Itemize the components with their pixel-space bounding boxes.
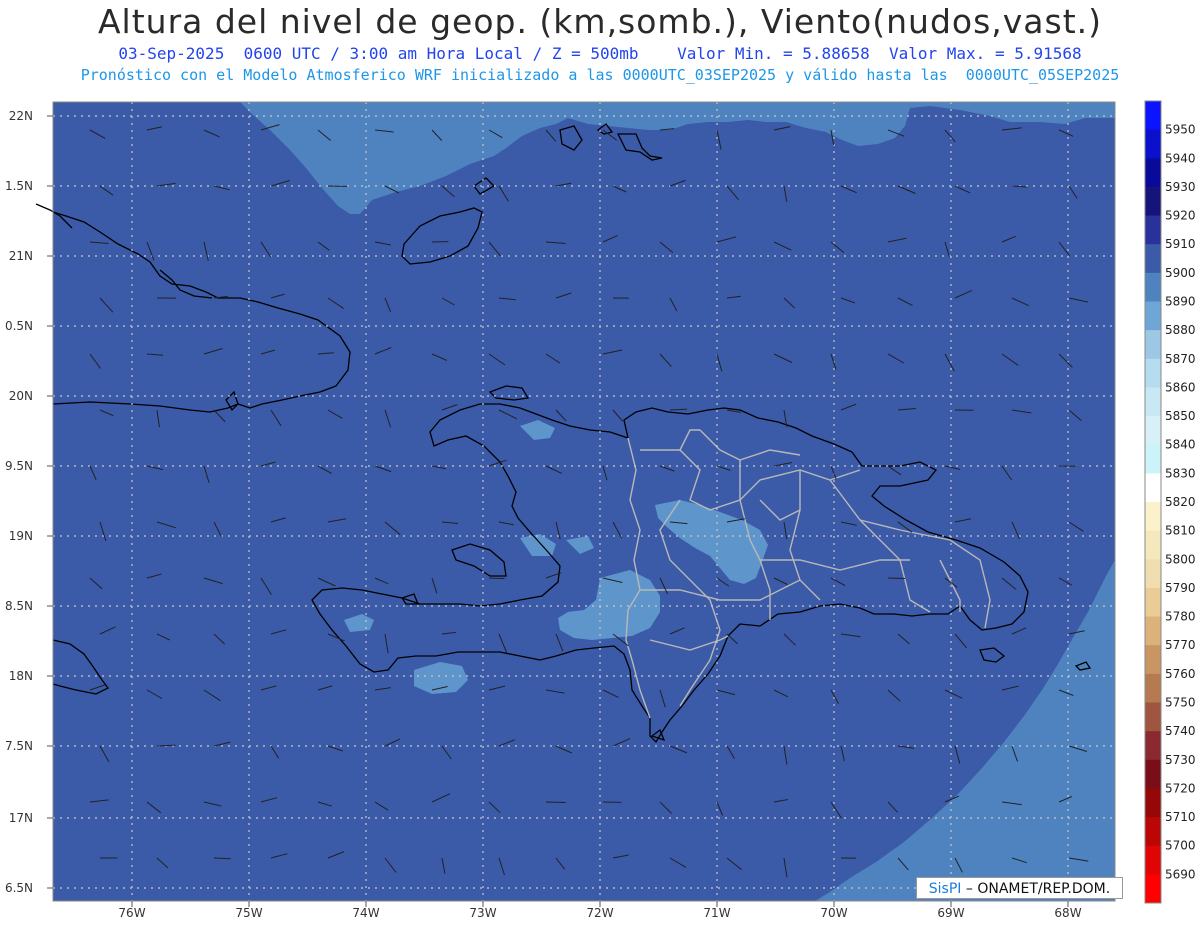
colorbar-label: 5910 <box>1165 237 1196 251</box>
lon-label: 76W <box>118 906 145 920</box>
lat-label: 6.5N <box>5 881 33 895</box>
colorbar-label: 5920 <box>1165 209 1196 223</box>
colorbar-label: 5770 <box>1165 638 1196 652</box>
colorbar-label: 5720 <box>1165 781 1196 795</box>
lon-label: 72W <box>586 906 613 920</box>
colorbar-label: 5870 <box>1165 352 1196 366</box>
colorbar-swatch <box>1145 587 1161 618</box>
colorbar-label: 5730 <box>1165 753 1196 767</box>
colorbar-label: 5810 <box>1165 524 1196 538</box>
lat-label: 19N <box>9 529 33 543</box>
lat-label: 8.5N <box>5 599 33 613</box>
colorbar-swatch <box>1145 444 1161 474</box>
colorbar-swatch <box>1145 788 1161 818</box>
colorbar-swatch <box>1145 215 1161 245</box>
colorbar-swatch <box>1145 244 1161 274</box>
lat-label: 9.5N <box>5 459 33 473</box>
lon-label: 75W <box>235 906 262 920</box>
colorbar-swatch <box>1145 387 1161 417</box>
colorbar-label: 5780 <box>1165 610 1196 624</box>
colorbar-swatch <box>1145 416 1161 446</box>
lon-label: 71W <box>703 906 730 920</box>
colorbar-swatch <box>1145 301 1161 331</box>
credit-box: SisPI – ONAMET/REP.DOM. <box>916 877 1123 899</box>
geopotential-shading <box>53 102 1115 901</box>
colorbar-label: 5830 <box>1165 466 1196 480</box>
colorbar-swatch <box>1145 845 1161 875</box>
colorbar-label: 5900 <box>1165 266 1196 280</box>
colorbar-swatch <box>1145 358 1161 388</box>
colorbar-swatch <box>1145 817 1161 847</box>
colorbar-swatch <box>1145 702 1161 732</box>
colorbar-label: 5700 <box>1165 839 1196 853</box>
lon-label: 69W <box>937 906 964 920</box>
colorbar-label: 5850 <box>1165 409 1196 423</box>
colorbar-swatch <box>1145 473 1161 503</box>
colorbar-label: 5740 <box>1165 724 1196 738</box>
colorbar-swatch <box>1145 101 1161 131</box>
colorbar-label: 5890 <box>1165 295 1196 309</box>
colorbar-swatch <box>1145 673 1161 703</box>
colorbar-label: 5880 <box>1165 323 1196 337</box>
colorbar-label: 5800 <box>1165 552 1196 566</box>
colorbar-swatch <box>1145 158 1161 188</box>
shade-5900-base <box>53 102 1115 901</box>
lon-label: 70W <box>820 906 847 920</box>
lat-label: 22N <box>9 109 33 123</box>
colorbar-label: 5820 <box>1165 495 1196 509</box>
colorbar-swatch <box>1145 129 1161 159</box>
colorbar-label: 5940 <box>1165 151 1196 165</box>
colorbar-label: 5840 <box>1165 438 1196 452</box>
lon-label: 68W <box>1054 906 1081 920</box>
lat-label: 7.5N <box>5 739 33 753</box>
lat-label: 17N <box>9 811 33 825</box>
lat-label: 0.5N <box>5 319 33 333</box>
colorbar-swatch <box>1145 559 1161 589</box>
colorbar-swatch <box>1145 616 1161 646</box>
colorbar-swatch <box>1145 731 1161 761</box>
colorbar-swatch <box>1145 645 1161 675</box>
sispi-logo: SisPI <box>928 881 962 897</box>
lon-label: 74W <box>352 906 379 920</box>
colorbar-label: 5760 <box>1165 667 1196 681</box>
colorbar-label: 5690 <box>1165 867 1196 881</box>
map-figure: 22N 1.5N 21N 0.5N 20N 9.5N 19N 8.5N 18N … <box>5 100 1196 920</box>
colorbar-label: 5930 <box>1165 180 1196 194</box>
colorbar-label: 5750 <box>1165 696 1196 710</box>
colorbar-swatch <box>1145 272 1161 302</box>
lat-label: 20N <box>9 389 33 403</box>
wind-barb <box>545 801 566 803</box>
wind-barb <box>887 577 906 579</box>
latitude-labels: 22N 1.5N 21N 0.5N 20N 9.5N 19N 8.5N 18N … <box>5 109 33 895</box>
lon-label: 73W <box>469 906 496 920</box>
colorbar-swatch <box>1145 502 1161 532</box>
colorbar-label: 5790 <box>1165 581 1196 595</box>
credit-separator: – <box>965 881 973 897</box>
colorbar-label: 5860 <box>1165 380 1196 394</box>
colorbar: 5950 5940 5930 5920 5910 5900 5890 5880 5870 5860… <box>1144 100 1196 904</box>
wind-barb <box>488 577 505 580</box>
colorbar-swatch <box>1145 530 1161 560</box>
colorbar-swatch <box>1145 186 1161 217</box>
colorbar-swatch <box>1145 759 1161 789</box>
lat-label: 21N <box>9 249 33 263</box>
colorbar-swatch <box>1145 874 1161 904</box>
lat-label: 18N <box>9 669 33 683</box>
colorbar-label: 5710 <box>1165 810 1196 824</box>
lat-label: 1.5N <box>5 179 33 193</box>
colorbar-label: 5950 <box>1165 123 1196 137</box>
credit-text: ONAMET/REP.DOM. <box>977 881 1111 897</box>
colorbar-swatch <box>1145 330 1161 360</box>
longitude-labels: 76W 75W 74W 73W 72W 71W 70W 69W 68W <box>118 906 1081 920</box>
